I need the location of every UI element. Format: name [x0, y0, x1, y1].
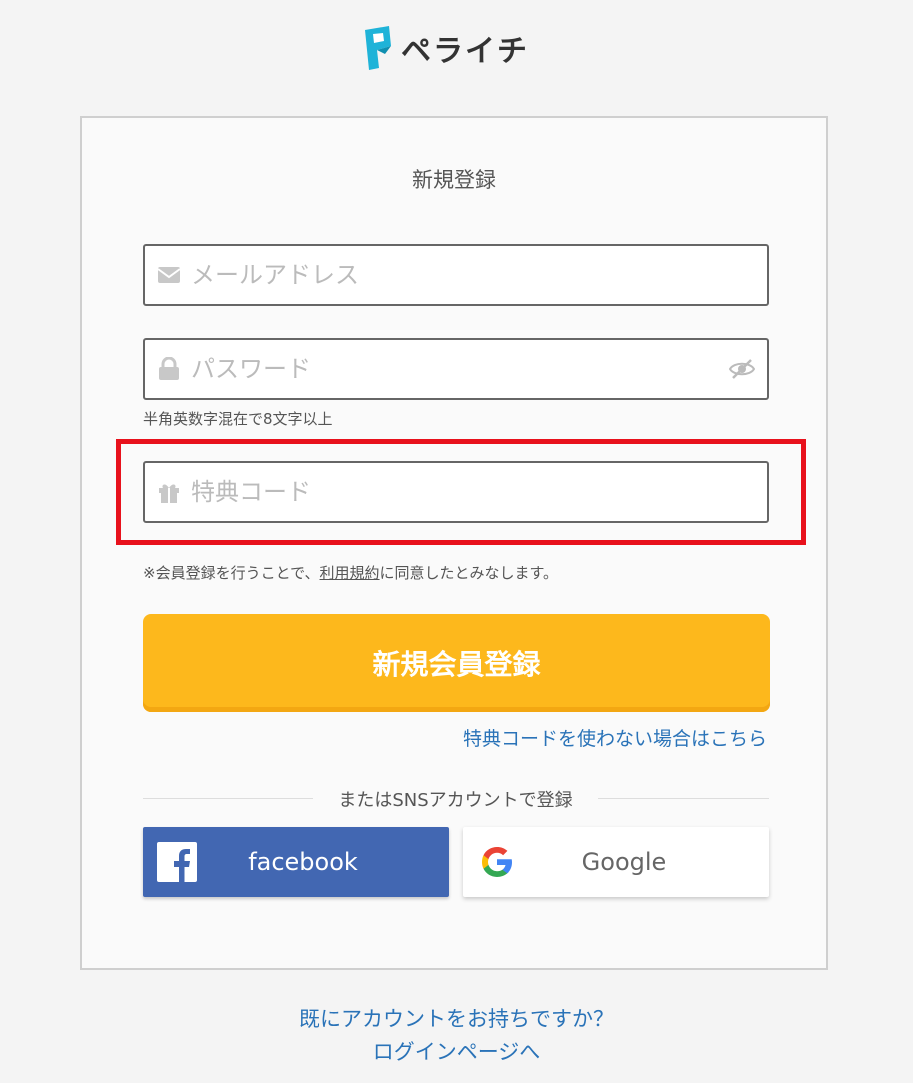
envelope-icon — [157, 267, 181, 283]
terms-suffix: に同意したとみなします。 — [379, 564, 559, 582]
password-input[interactable] — [191, 340, 729, 398]
signup-button[interactable]: 新規会員登録 — [143, 614, 770, 712]
google-signup-button[interactable]: Google — [463, 827, 769, 897]
terms-prefix: ※会員登録を行うことで、 — [143, 564, 320, 582]
skip-promo-code-link[interactable]: 特典コードを使わない場合はこちら — [463, 724, 767, 751]
gift-icon — [159, 484, 179, 503]
sns-divider-label: またはSNSアカウントで登録 — [338, 790, 573, 811]
terms-notice: ※会員登録を行うことで、利用規約に同意したとみなします。 — [143, 562, 558, 583]
password-hint: 半角英数字混在で8文字以上 — [143, 410, 333, 428]
brand-name: ペライチ — [401, 34, 529, 69]
google-icon — [482, 847, 512, 877]
existing-account-question[interactable]: 既にアカウントをお持ちですか？ — [0, 1003, 913, 1033]
signup-card: 新規登録 半角英数字混在で8文字以上 ※会員登録を行うことで、利用 — [80, 116, 828, 970]
facebook-icon — [157, 842, 197, 882]
email-input[interactable] — [191, 246, 767, 304]
google-label: Google — [581, 848, 667, 876]
eye-slash-icon[interactable] — [729, 358, 755, 380]
facebook-label: facebook — [248, 848, 358, 876]
email-field[interactable] — [143, 244, 769, 306]
brand-logo[interactable]: ペライチ — [363, 24, 529, 72]
page-title: 新規登録 — [412, 168, 496, 192]
login-page-link[interactable]: ログインページへ — [0, 1036, 913, 1066]
promo-code-input[interactable] — [191, 463, 767, 521]
password-field[interactable] — [143, 338, 769, 400]
lock-icon — [159, 357, 179, 380]
divider-right — [598, 798, 769, 799]
promo-code-field[interactable] — [143, 461, 769, 523]
divider-left — [143, 798, 313, 799]
terms-link[interactable]: 利用規約 — [320, 564, 380, 582]
facebook-signup-button[interactable]: facebook — [143, 827, 449, 897]
peraichi-logo-icon — [365, 26, 391, 70]
